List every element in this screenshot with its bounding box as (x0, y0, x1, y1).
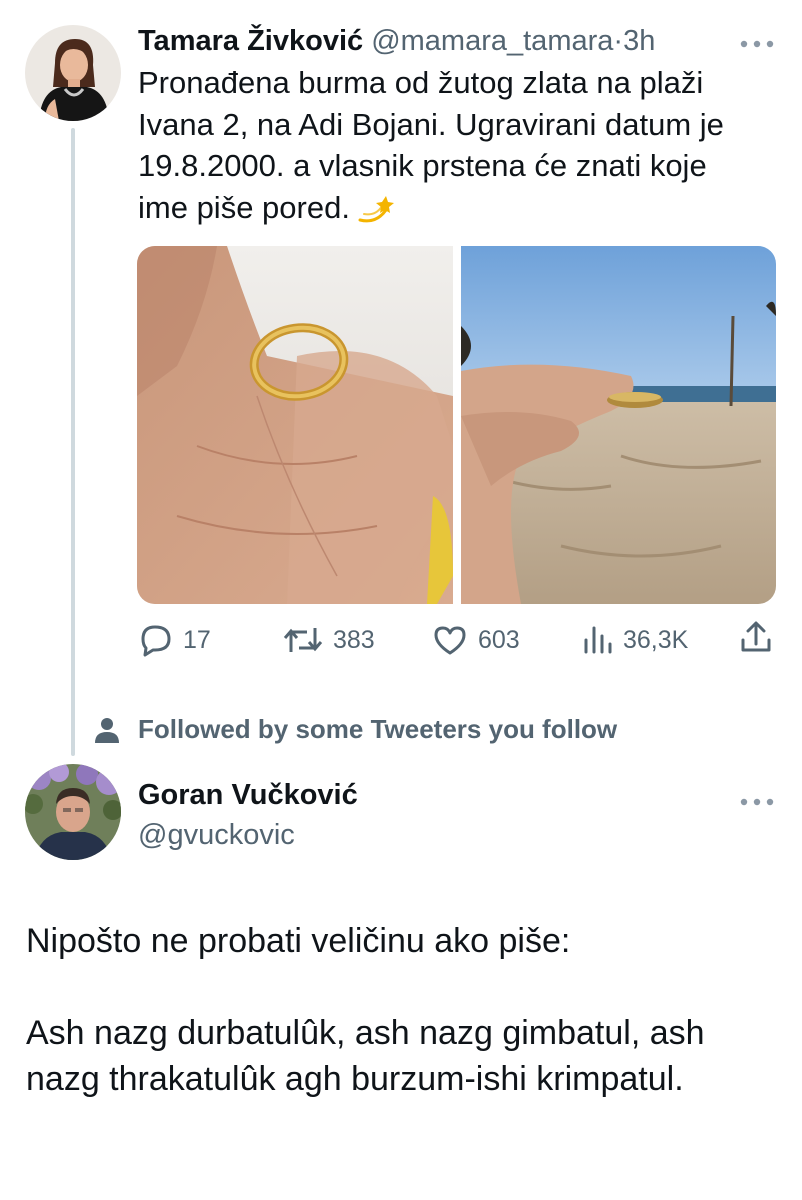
reply-author-handle[interactable]: @gvuckovic (138, 816, 295, 854)
like-button[interactable]: 603 (432, 620, 520, 660)
retweet-count: 383 (333, 626, 375, 654)
reply-author-name[interactable]: Goran Vučković (138, 776, 358, 814)
heart-icon (434, 626, 466, 655)
reply-author-avatar[interactable] (25, 764, 121, 860)
more-icon[interactable] (739, 30, 775, 50)
tweet-body: Pronađena burma od žutog zlata na plaži … (138, 65, 724, 225)
author-handle[interactable]: @mamara_tamara (371, 25, 613, 57)
author-name[interactable]: Tamara Živković (138, 25, 363, 57)
thread-line (71, 128, 75, 756)
reply-icon (141, 625, 171, 657)
views-icon (584, 626, 612, 654)
reply-text-line1: Nipošto ne probati veličinu ako piše: (26, 922, 571, 960)
followed-by-context: Followed by some Tweeters you follow (94, 714, 617, 745)
tweet-time[interactable]: 3h (623, 25, 655, 57)
author-avatar[interactable] (25, 25, 121, 121)
reply-more-icon[interactable] (739, 788, 775, 808)
share-icon (741, 621, 771, 652)
retweet-button[interactable]: 383 (283, 620, 375, 660)
views-button[interactable]: 36,3K (583, 620, 688, 660)
retweet-icon (283, 628, 323, 652)
separator-dot: · (613, 25, 624, 57)
share-button[interactable] (740, 620, 772, 654)
tweet-image-ring-at-beach[interactable] (461, 246, 776, 604)
dizzy-emoji-icon (356, 193, 394, 235)
reply-text-line2: Ash nazg durbatulûk, ash nazg gimbatul, … (26, 1014, 705, 1098)
person-icon (95, 717, 119, 743)
tweet-text: Pronađena burma od žutog zlata na plaži … (138, 62, 758, 234)
followed-by-text: Followed by some Tweeters you follow (138, 714, 618, 744)
tweet-header: Tamara Živković @mamara_tamara·3h (138, 22, 655, 60)
reply-text: Nipošto ne probati veličinu ako piše: As… (26, 918, 776, 1102)
tweet-image-ring-on-hand[interactable] (137, 246, 453, 604)
tweet-actions: 17 383 603 36,3K (0, 620, 802, 660)
reply-count: 17 (183, 626, 211, 654)
like-count: 603 (478, 626, 520, 654)
views-count: 36,3K (623, 626, 689, 654)
reply-button[interactable]: 17 (137, 620, 211, 660)
